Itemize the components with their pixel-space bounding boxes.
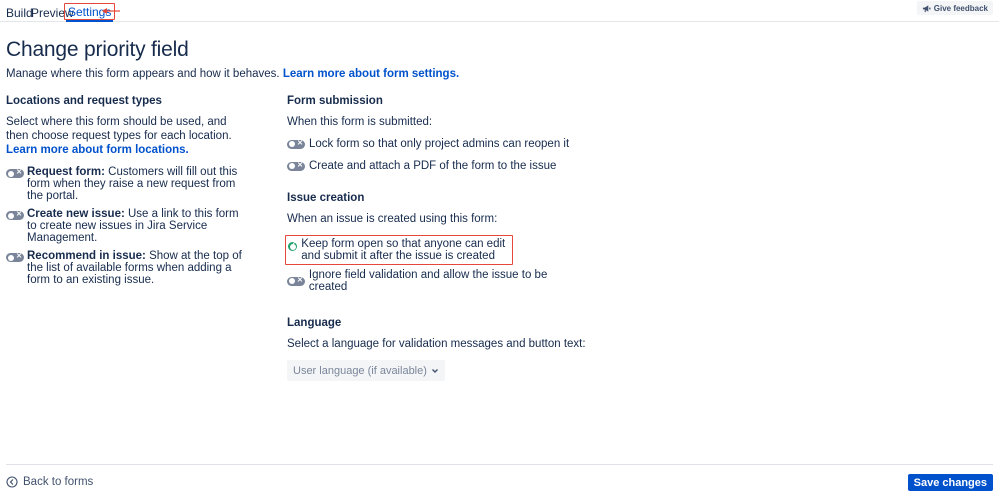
arrow-left-circle-icon — [6, 476, 18, 488]
attach-pdf-label: Create and attach a PDF of the form to t… — [309, 160, 557, 172]
back-to-forms-label: Back to forms — [23, 476, 94, 488]
request-form-text: Request form: Customers will fill out th… — [27, 166, 251, 202]
language-select[interactable]: User language (if available) — [287, 360, 445, 381]
learn-more-form-settings-link[interactable]: Learn more about form settings. — [283, 68, 459, 80]
request-form-label: Request form: — [27, 166, 105, 178]
save-changes-button[interactable]: Save changes — [907, 474, 993, 491]
create-issue-label: Create new issue: — [27, 208, 125, 220]
back-to-forms-button[interactable]: Back to forms — [6, 476, 93, 488]
language-selected-value: User language (if available) — [293, 364, 427, 377]
language-title: Language — [287, 317, 342, 329]
learn-more-form-locations-link[interactable]: Learn more about form locations. — [6, 144, 189, 156]
attach-pdf-toggle[interactable]: ✕ — [287, 161, 305, 171]
highlight-annotation: ✓ Keep form open so that anyone can edit… — [285, 235, 513, 265]
annotation-arrow-icon — [102, 8, 120, 14]
ignore-validation-option: ✕ Ignore field validation and allow the … — [287, 269, 587, 293]
location-request-form: ✕ Request form: Customers will fill out … — [6, 166, 251, 202]
keep-form-open-toggle[interactable]: ✓ — [288, 242, 298, 251]
create-new-issue-toggle[interactable]: ✕ — [6, 211, 24, 220]
give-feedback-button[interactable]: Give feedback — [916, 1, 993, 15]
locations-section: Locations and request types Select where… — [6, 95, 251, 292]
locations-title: Locations and request types — [6, 95, 162, 107]
intro-description: Manage where this form appears and how i… — [6, 68, 280, 80]
megaphone-icon — [922, 4, 931, 12]
tab-build[interactable]: Build — [6, 6, 33, 20]
chevron-down-icon — [432, 368, 438, 373]
tab-bar: Build Preview Settings Give feedback — [0, 0, 999, 22]
issue-creation-title: Issue creation — [287, 192, 365, 204]
form-submission-desc: When this form is submitted: — [287, 116, 433, 128]
lock-form-toggle[interactable]: ✕ — [287, 139, 305, 149]
language-desc: Select a language for validation message… — [287, 338, 586, 350]
ignore-validation-toggle[interactable]: ✕ — [287, 276, 305, 286]
attach-pdf-option: ✕ Create and attach a PDF of the form to… — [287, 160, 587, 172]
lock-form-label: Lock form so that only project admins ca… — [309, 138, 570, 150]
issue-creation-desc: When an issue is created using this form… — [287, 213, 498, 225]
request-form-toggle[interactable]: ✕ — [6, 169, 24, 178]
page-title: Change priority field — [6, 38, 189, 61]
recommend-in-issue-toggle[interactable]: ✕ — [6, 253, 24, 262]
ignore-validation-label: Ignore field validation and allow the is… — [308, 269, 548, 293]
recommend-text: Recommend in issue: Show at the top of t… — [27, 250, 251, 286]
keep-form-open-label: Keep form open so that anyone can edit a… — [301, 238, 506, 262]
create-issue-text: Create new issue: Use a link to this for… — [27, 208, 251, 244]
recommend-label: Recommend in issue: — [27, 250, 146, 262]
locations-description: Select where this form should be used, a… — [6, 115, 251, 157]
form-submission-title: Form submission — [287, 95, 383, 107]
location-recommend: ✕ Recommend in issue: Show at the top of… — [6, 250, 251, 286]
locations-desc-text: Select where this form should be used, a… — [6, 116, 232, 142]
behaviour-section: Form submission When this form is submit… — [285, 95, 587, 381]
give-feedback-label: Give feedback — [933, 3, 988, 13]
location-create-issue: ✕ Create new issue: Use a link to this f… — [6, 208, 251, 244]
footer-bar: Back to forms Save changes — [6, 464, 993, 494]
keep-form-open-option: ✓ Keep form open so that anyone can edit… — [288, 238, 508, 262]
intro-text: Manage where this form appears and how i… — [6, 68, 459, 80]
lock-form-option: ✕ Lock form so that only project admins … — [287, 138, 587, 150]
